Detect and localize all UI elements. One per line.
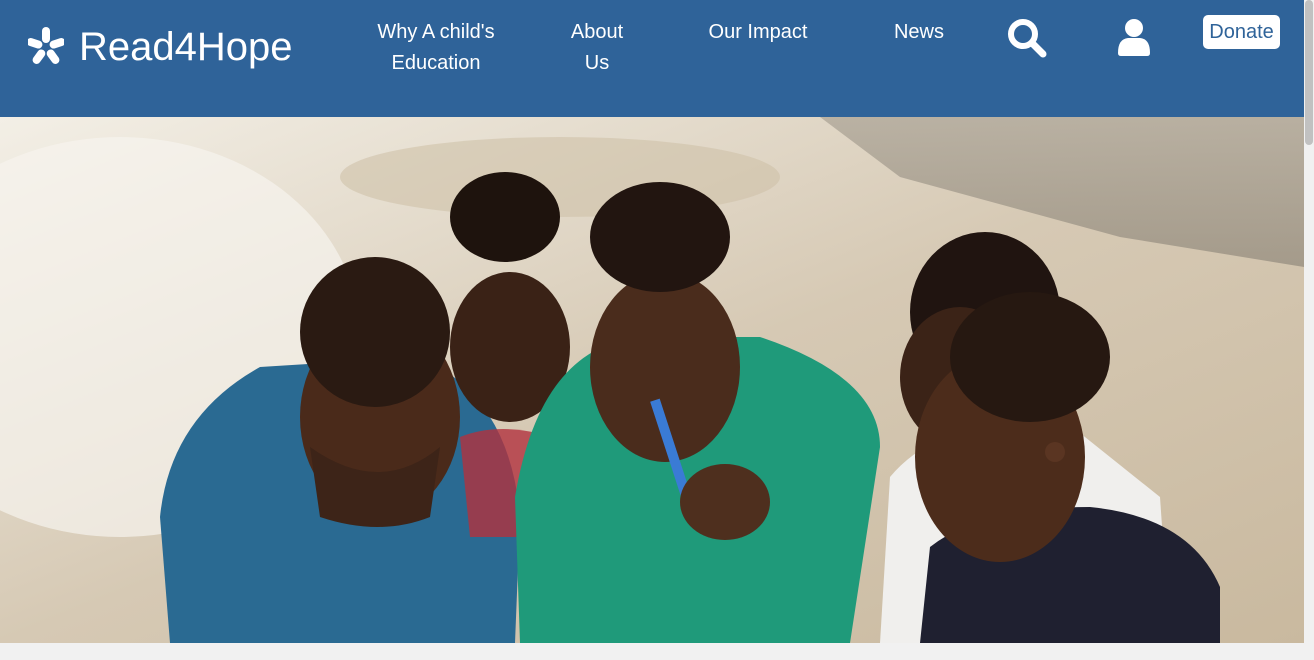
nav-why-line2: Education [391, 52, 481, 74]
nav-our-impact[interactable]: Our Impact [688, 17, 828, 48]
nav-why-education[interactable]: Why A child's Education [366, 17, 506, 79]
user-icon[interactable] [1116, 18, 1152, 56]
nav-about-line1: About [570, 21, 624, 43]
nav-about-us[interactable]: About Us [552, 17, 642, 79]
nav-about-line2: Us [584, 52, 610, 74]
search-icon[interactable] [1006, 17, 1048, 59]
donate-button[interactable]: Donate [1203, 15, 1280, 49]
hero-image [0, 117, 1304, 643]
children-reading-photo [0, 117, 1304, 643]
nav-why-line1: Why A child's [377, 21, 495, 43]
brand-link[interactable]: Read4Hope [28, 22, 293, 72]
top-navbar: Read4Hope Why A child's Education About … [0, 0, 1304, 117]
scrollbar-thumb[interactable] [1305, 0, 1313, 145]
yelp-burst-icon [28, 27, 64, 64]
brand-name: Read4Hope [79, 25, 293, 69]
nav-news[interactable]: News [874, 17, 964, 48]
